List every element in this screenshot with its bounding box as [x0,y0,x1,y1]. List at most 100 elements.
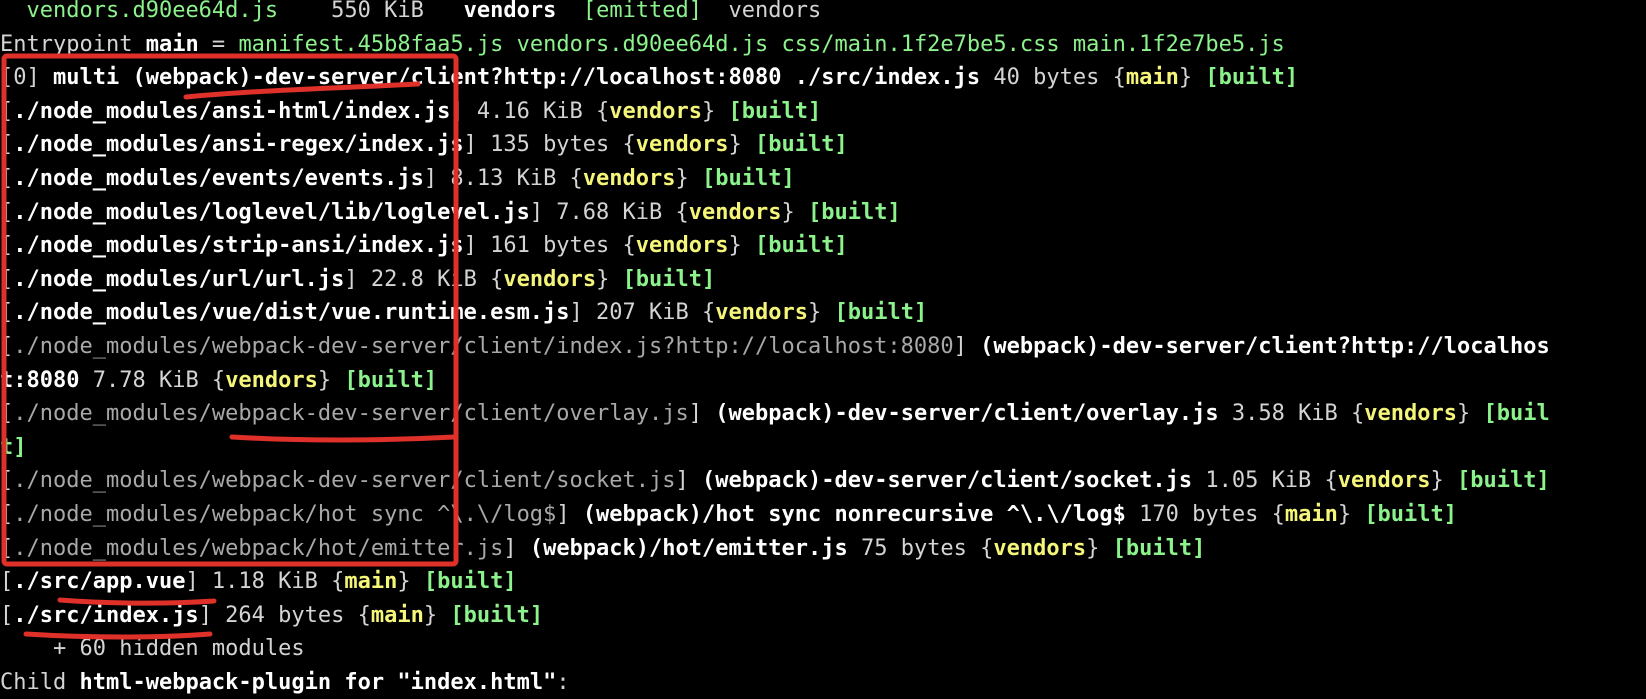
terminal-text-segment: } [1430,468,1458,494]
terminal-text-segment: [ [0,266,14,292]
terminal-text-segment: [ [0,535,14,561]
terminal-line: [./src/app.vue] 1.18 KiB {main} [built] [0,565,1646,599]
terminal-text-segment: ] [953,333,981,359]
terminal-line: [./node_modules/webpack-dev-server/clien… [0,397,1646,431]
terminal-line: t:8080 7.78 KiB {vendors} [built] [0,364,1646,398]
terminal-text-segment: ] 207 KiB { [569,300,716,326]
terminal-text-segment: [built] [450,602,544,628]
terminal-text-segment: main [344,569,398,595]
terminal-text-segment: vendors [1337,468,1431,494]
terminal-text-segment: vendors [993,535,1087,561]
terminal-text-segment: multi (webpack)-dev-server/client?http:/… [52,65,981,91]
terminal-text-segment: vendors [463,0,557,23]
terminal-text-segment: (webpack)-dev-server/client/socket.js [702,468,1193,494]
terminal-text-segment: vendors [715,300,808,326]
terminal-text-segment: [ [0,401,14,427]
terminal-text-segment: ] 135 bytes { [463,132,636,158]
terminal-text-segment: vendors [503,266,597,292]
terminal-text-segment: vendors [1364,401,1458,427]
terminal-text-segment: : [556,669,570,695]
terminal-text-segment: ] 161 bytes { [463,233,636,259]
terminal-text-segment: ] 1.18 KiB { [185,569,345,595]
terminal-text-segment: vendors.d90ee64d.js [26,0,279,23]
terminal-text-segment: main [145,31,199,57]
terminal-output[interactable]: vendors.d90ee64d.js 550 KiB vendors [emi… [0,0,1646,695]
terminal-text-segment: Entrypoint [0,31,146,57]
terminal-text-segment: ] 22.8 KiB { [344,266,504,292]
terminal-line: + 60 hidden modules [0,632,1646,666]
terminal-line: [./node_modules/webpack/hot sync ^\.\/lo… [0,498,1646,532]
terminal-text-segment: [built] [834,300,928,326]
terminal-text-segment: } [423,602,451,628]
terminal-line: [./node_modules/webpack-dev-server/clien… [0,330,1646,364]
terminal-text-segment: 3.58 KiB { [1218,401,1365,427]
terminal-line: [./node_modules/ansi-html/index.js] 4.16… [0,95,1646,129]
terminal-text-segment: [built] [807,199,901,225]
terminal-text-segment: [ [0,602,14,628]
terminal-text-segment: vendors [702,0,822,23]
terminal-text-segment: ./src/app.vue [13,569,186,595]
terminal-text-segment: [built] [755,233,848,259]
terminal-text-segment: ./node_modules/webpack/hot sync ^\.\/log… [13,501,557,527]
terminal-text-segment: ] 7.68 KiB { [529,199,689,225]
terminal-text-segment: ./node_modules/ansi-html/index.js [13,98,451,124]
terminal-line: [./node_modules/vue/dist/vue.runtime.esm… [0,296,1646,330]
terminal-text-segment: } [728,132,755,158]
terminal-text-segment: ./node_modules/events/events.js [13,165,424,191]
terminal-text-segment: ] [688,401,716,427]
terminal-text-segment: t] [0,434,27,460]
terminal-text-segment: ./node_modules/loglevel/lib/loglevel.js [13,199,530,225]
terminal-text-segment: } [702,98,729,124]
terminal-text-segment: 40 bytes { [980,65,1126,91]
terminal-text-segment: main [1284,501,1338,527]
terminal-text-segment: [ [0,468,14,494]
terminal-text-segment: [ [0,501,14,527]
terminal-text-segment: [ [0,233,14,259]
terminal-text-segment: ] [503,535,530,561]
terminal-line: [./node_modules/url/url.js] 22.8 KiB {ve… [0,263,1646,297]
terminal-text-segment: = [198,31,239,57]
terminal-line: [./src/index.js] 264 bytes {main} [built… [0,599,1646,633]
terminal-text-segment: ] [556,501,583,527]
terminal-text-segment: [built] [1112,535,1206,561]
terminal-text-segment: vendors [582,165,676,191]
terminal-text-segment: (webpack)-dev-server/client?http://local… [980,333,1550,359]
terminal-text-segment: [built] [1457,468,1550,494]
terminal-text-segment: } [1178,65,1206,91]
terminal-text-segment: manifest.45b8faa5.js vendors.d90ee64d.js… [238,31,1285,57]
terminal-line: Entrypoint main = manifest.45b8faa5.js v… [0,28,1646,62]
terminal-text-segment: } [1457,401,1484,427]
terminal-text-segment: [built] [728,98,822,124]
terminal-text-segment: [emitted] [582,0,703,23]
terminal-line: [./node_modules/loglevel/lib/loglevel.js… [0,196,1646,230]
terminal-text-segment: [built] [1364,501,1458,527]
terminal-text-segment: ./node_modules/url/url.js [13,266,345,292]
terminal-text-segment: (webpack)/hot/emitter.js [529,535,848,561]
terminal-text-segment: ] 4.16 KiB { [450,98,610,124]
terminal-text-segment: vendors [609,98,703,124]
terminal-text-segment: [ [0,300,14,326]
terminal-text-segment: ] 264 bytes { [198,602,371,628]
terminal-line: t] [0,431,1646,465]
terminal-text-segment: ./node_modules/vue/dist/vue.runtime.esm.… [13,300,570,326]
terminal-text-segment: main [370,602,424,628]
terminal-text-segment: 7.78 KiB { [79,367,226,393]
terminal-text-segment: vendors [635,132,729,158]
terminal-text-segment: ./node_modules/webpack/hot/emitter.js [13,535,504,561]
terminal-text-segment: [built] [622,266,716,292]
terminal-text-segment: } [596,266,623,292]
terminal-text-segment: } [317,367,345,393]
terminal-line: [./node_modules/ansi-regex/index.js] 135… [0,128,1646,162]
terminal-text-segment: [built] [344,367,438,393]
terminal-text-segment: } [1337,501,1365,527]
terminal-text-segment: [built] [1205,65,1299,91]
terminal-text-segment: [ [0,165,14,191]
terminal-text-segment: [ [0,98,14,124]
terminal-text-segment: } [675,165,703,191]
terminal-text-segment: [built] [423,569,517,595]
terminal-text-segment: vendors [635,233,729,259]
terminal-text-segment: [built] [755,132,848,158]
terminal-text-segment: ./node_modules/webpack-dev-server/client… [13,333,954,359]
terminal-line: Child html-webpack-plugin for "index.htm… [0,666,1646,699]
